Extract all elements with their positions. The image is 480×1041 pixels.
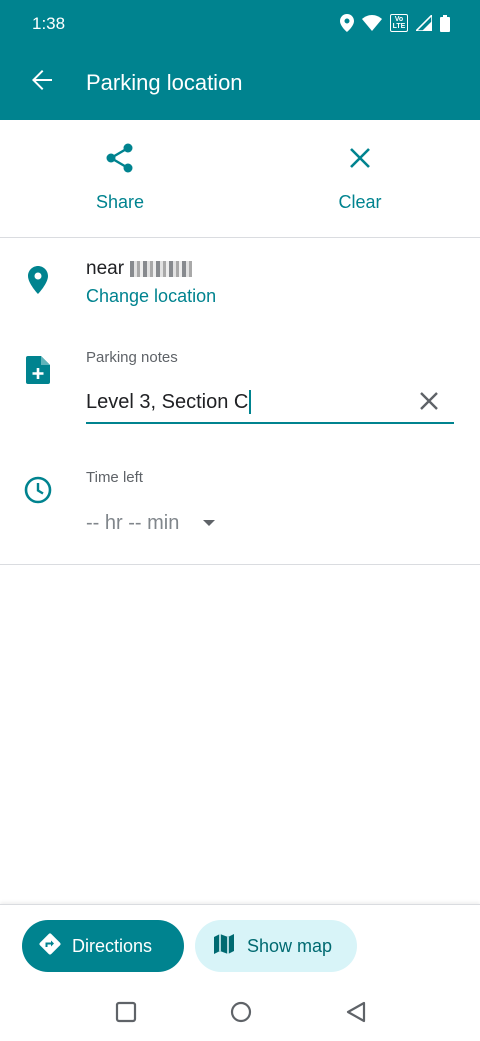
dropdown-arrow-icon <box>203 520 216 526</box>
directions-button[interactable]: Directions <box>22 920 184 972</box>
show-map-label: Show map <box>247 935 333 956</box>
time-left-dropdown[interactable]: -- hr -- min <box>86 509 216 537</box>
system-back-button[interactable] <box>344 1001 368 1028</box>
status-time: 1:38 <box>32 14 66 33</box>
system-navigation-bar <box>0 986 480 1041</box>
directions-icon <box>38 932 62 961</box>
share-button[interactable]: Share <box>50 138 190 228</box>
directions-label: Directions <box>72 935 153 956</box>
back-arrow-icon <box>31 69 53 96</box>
clear-notes-button[interactable] <box>416 390 442 416</box>
clear-button[interactable]: Clear <box>290 138 430 228</box>
clear-label: Clear <box>338 192 382 212</box>
note-add-icon <box>24 356 52 384</box>
battery-icon <box>440 14 450 32</box>
time-left-value: -- hr -- min <box>86 511 180 534</box>
location-pin-icon <box>24 266 52 294</box>
parking-notes-input[interactable]: Level 3, Section C <box>86 390 252 414</box>
map-icon <box>213 933 235 960</box>
show-map-button[interactable]: Show map <box>195 920 357 972</box>
signal-icon <box>416 15 432 31</box>
parking-notes-value: Level 3, Section C <box>86 390 249 413</box>
status-icons: Vo LTE <box>340 14 450 32</box>
clock-icon <box>24 476 52 504</box>
action-row: Share Clear <box>0 120 480 238</box>
text-cursor <box>249 390 252 414</box>
location-address: near <box>86 258 193 280</box>
back-button[interactable] <box>22 62 62 102</box>
share-icon <box>106 138 134 178</box>
home-button[interactable] <box>229 1001 253 1028</box>
share-label: Share <box>95 192 145 212</box>
close-icon <box>419 391 439 416</box>
status-bar: 1:38 Vo LTE <box>0 0 480 48</box>
app-bar: Parking location <box>0 48 480 120</box>
time-left-label: Time left <box>86 469 143 486</box>
parking-notes-label: Parking notes <box>86 349 178 366</box>
top-app-bar: 1:38 Vo LTE Parking location <box>0 0 480 120</box>
location-prefix: near <box>86 258 125 279</box>
wifi-icon <box>362 15 382 31</box>
section-divider <box>0 564 480 565</box>
parking-notes-field[interactable]: Level 3, Section C <box>86 382 454 424</box>
page-title: Parking location <box>86 70 243 95</box>
redacted-address <box>130 261 193 277</box>
triangle-back-icon <box>345 1001 367 1028</box>
location-icon <box>340 14 354 32</box>
recents-button[interactable] <box>114 1001 138 1028</box>
close-icon <box>349 138 371 178</box>
bottom-action-bar: Directions Show map <box>0 904 480 986</box>
circle-icon <box>230 1001 252 1028</box>
square-icon <box>115 1001 137 1028</box>
change-location-link[interactable]: Change location <box>86 286 216 307</box>
volte-badge: Vo LTE <box>390 14 408 32</box>
